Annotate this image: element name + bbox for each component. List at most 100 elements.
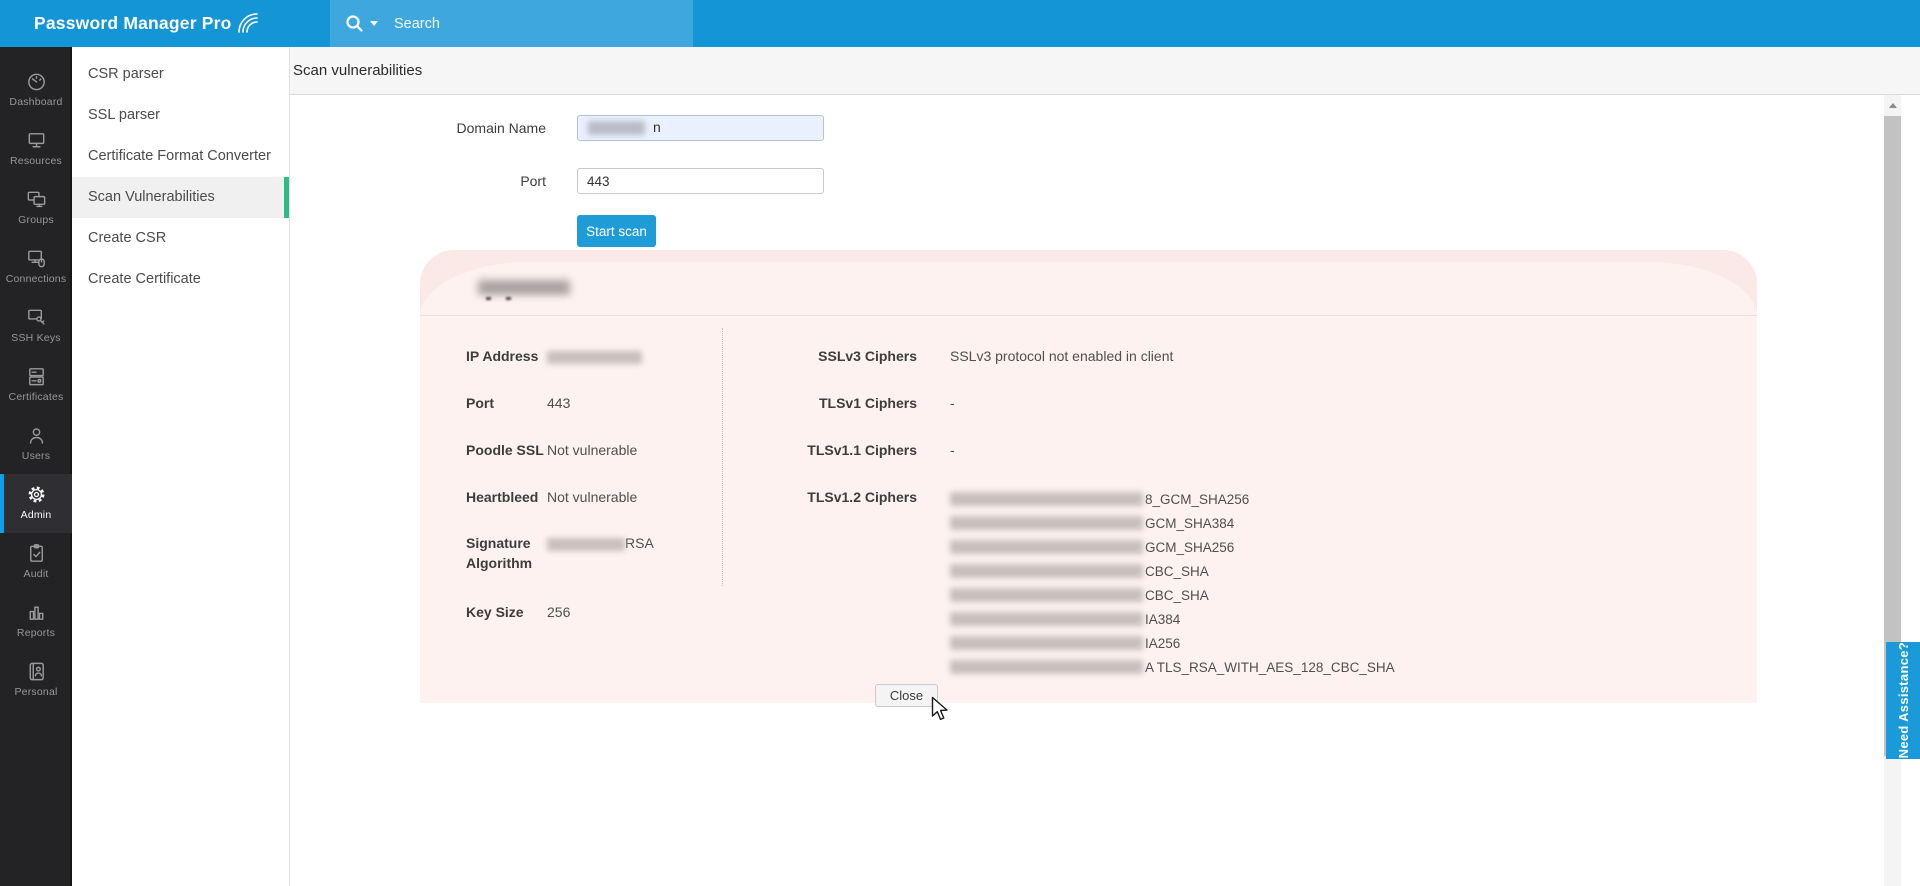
cipher-line: CBC_SHA — [950, 583, 1395, 607]
sidebar-item-resources[interactable]: Resources — [0, 120, 72, 179]
gear-icon — [28, 486, 44, 503]
domain-name-input[interactable] — [577, 115, 824, 141]
cipher-visible-suffix: GCM_SHA256 — [1145, 539, 1235, 555]
global-search-bar[interactable] — [330, 0, 693, 47]
logo-swirl-icon — [237, 12, 258, 33]
gauge-icon — [27, 73, 45, 91]
sidebar-item-users[interactable]: Users — [0, 415, 72, 474]
cipher-line: A TLS_RSA_WITH_AES_128_CBC_SHA — [950, 655, 1395, 679]
search-icon — [346, 14, 363, 32]
users-icon — [29, 428, 43, 444]
top-header-bar: Password Manager Pro Search — [0, 0, 1920, 47]
cipher-redacted-blur — [950, 588, 1143, 602]
field-label: TLSv1.2 Ciphers — [807, 489, 917, 505]
port-input[interactable] — [577, 168, 824, 194]
audit-clipboard-icon — [29, 544, 43, 562]
connections-icon — [27, 250, 45, 268]
port-label: Port — [520, 173, 546, 189]
sidebar-item-label: Users — [21, 450, 51, 462]
scrollbar-up-arrow-icon[interactable] — [1888, 103, 1897, 108]
cipher-line: CBC_SHA — [950, 559, 1395, 583]
cipher-redacted-blur — [950, 540, 1143, 554]
field-label: Poodle SSL — [466, 442, 544, 458]
panel-column-divider — [722, 328, 723, 586]
need-assistance-tab[interactable]: Need Assistance? — [1886, 642, 1920, 759]
bar-chart-icon — [29, 606, 43, 620]
close-button[interactable]: Close — [875, 684, 938, 707]
field-label: Signature Algorithm — [466, 535, 533, 571]
sidebar-item-reports[interactable]: Reports — [0, 592, 72, 651]
sidebar-item-label: Certificates — [8, 391, 64, 403]
sidebar-item-ssh-keys[interactable]: SSH Keys — [0, 297, 72, 356]
cipher-line: IA384 — [950, 607, 1395, 631]
sidebar-item-label: Connections — [5, 273, 67, 285]
scanned-domain-redacted-blur — [478, 280, 570, 295]
field-label: Key Size — [466, 604, 524, 620]
submenu-item-ssl-parser[interactable]: SSL parser — [72, 95, 289, 136]
sidebar-item-label: Groups — [18, 214, 54, 226]
cipher-visible-suffix: IA384 — [1145, 611, 1181, 627]
search-scope-caret-icon[interactable] — [370, 21, 378, 26]
cipher-line: GCM_SHA384 — [950, 511, 1395, 535]
certificate-icon — [28, 368, 44, 386]
cipher-visible-suffix: 8_GCM_SHA256 — [1145, 491, 1250, 507]
tlsv12-cipher-list: 8_GCM_SHA256 GCM_SHA384 GCM_SHA256 CBC_S… — [950, 487, 1395, 679]
page-title: Scan vulnerabilities — [293, 62, 423, 79]
sidebar-item-dashboard[interactable]: Dashboard — [0, 61, 72, 120]
field-label: SSLv3 Ciphers — [818, 348, 917, 364]
personal-contact-icon — [29, 662, 44, 681]
cipher-line: IA256 — [950, 631, 1395, 655]
submenu-item-create-certificate[interactable]: Create Certificate — [72, 259, 289, 300]
sidebar-item-certificates[interactable]: Certificates — [0, 356, 72, 415]
sidebar-item-admin[interactable]: Admin — [0, 474, 72, 533]
sidebar-item-label: Reports — [16, 627, 56, 639]
group-monitors-icon — [27, 191, 45, 208]
cipher-visible-suffix: CBC_SHA — [1145, 587, 1209, 603]
page-title-bar: Scan vulnerabilities — [290, 47, 1920, 95]
field-value-redacted — [547, 346, 642, 366]
field-value: Not vulnerable — [547, 442, 638, 458]
cipher-redacted-blur — [950, 636, 1143, 650]
panel-header-divider — [420, 315, 1757, 316]
sidebar-item-groups[interactable]: Groups — [0, 179, 72, 238]
submenu-item-scan-vulnerabilities[interactable]: Scan Vulnerabilities — [72, 177, 289, 218]
redaction-artifact — [486, 297, 491, 300]
cipher-redacted-blur — [950, 516, 1143, 530]
cipher-line: 8_GCM_SHA256 — [950, 487, 1395, 511]
field-label: Heartbleed — [466, 489, 539, 505]
cipher-redacted-blur — [950, 612, 1143, 626]
app-logo-text: Password Manager Pro — [34, 13, 232, 33]
need-assistance-label: Need Assistance? — [1895, 642, 1911, 759]
scan-results-panel: IP Address Port 443 Poodle SSL Not vulne… — [420, 250, 1757, 707]
cipher-visible-suffix: A TLS_RSA_WITH_AES_128_CBC_SHA — [1145, 659, 1395, 675]
content-area: Domain Name n Port Start scan IP Address… — [290, 95, 1920, 886]
sidebar-item-audit[interactable]: Audit — [0, 533, 72, 592]
monitor-icon — [28, 133, 44, 148]
ssh-key-icon — [27, 309, 45, 325]
cipher-line: GCM_SHA256 — [950, 535, 1395, 559]
field-label: TLSv1.1 Ciphers — [807, 442, 917, 458]
cipher-visible-suffix: GCM_SHA384 — [1145, 515, 1235, 531]
cipher-redacted-blur — [950, 564, 1143, 578]
field-value-partially-redacted: RSA — [547, 533, 654, 553]
field-value: 256 — [547, 604, 571, 620]
sidebar-item-connections[interactable]: Connections — [0, 238, 72, 297]
field-label: IP Address — [466, 348, 539, 364]
field-value: - — [950, 442, 955, 458]
sidebar-item-label: SSH Keys — [11, 332, 61, 344]
submenu-item-csr-parser[interactable]: CSR parser — [72, 54, 289, 95]
field-value: - — [950, 395, 955, 411]
start-scan-button[interactable]: Start scan — [577, 215, 656, 247]
cipher-visible-suffix: IA256 — [1145, 635, 1181, 651]
cipher-visible-suffix: CBC_SHA — [1145, 563, 1209, 579]
field-value: 443 — [547, 395, 571, 411]
admin-submenu: CSR parser SSL parser Certificate Format… — [72, 47, 290, 886]
submenu-item-certificate-format-converter[interactable]: Certificate Format Converter — [72, 136, 289, 177]
cipher-redacted-blur — [950, 492, 1143, 506]
submenu-item-create-csr[interactable]: Create CSR — [72, 218, 289, 259]
search-input[interactable] — [394, 15, 644, 32]
sidebar-item-label: Resources — [10, 155, 62, 167]
sidebar-item-personal[interactable]: Personal — [0, 651, 72, 710]
redaction-artifact — [506, 297, 511, 300]
field-label: Port — [466, 395, 494, 411]
